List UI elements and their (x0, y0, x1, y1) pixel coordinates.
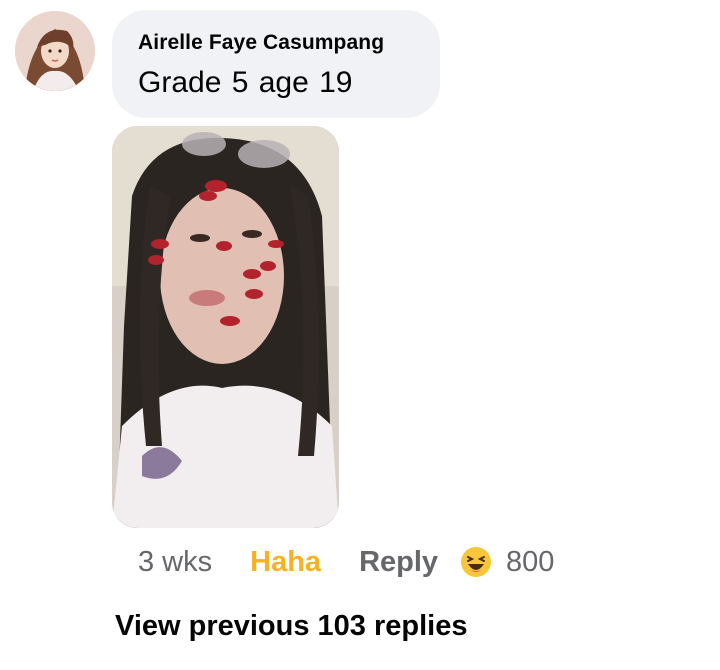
haha-reaction-button[interactable]: Haha (250, 546, 321, 579)
reply-button[interactable]: Reply (359, 546, 438, 579)
comment-actions: 3 wks Haha Reply 800 (138, 538, 554, 586)
haha-emoji-icon[interactable] (460, 546, 492, 578)
comment-timestamp[interactable]: 3 wks (138, 546, 212, 579)
comment-author-name[interactable]: Airelle Faye Casumpang (138, 30, 440, 56)
view-previous-replies-link[interactable]: View previous 103 replies (115, 610, 468, 643)
comment-bubble: Airelle Faye Casumpang Grade 5 age 19 (112, 10, 440, 118)
comment-text: Grade 5 age 19 (138, 66, 353, 99)
reaction-count[interactable]: 800 (506, 546, 554, 579)
avatar[interactable] (15, 11, 95, 91)
comment-photo[interactable] (112, 126, 339, 528)
